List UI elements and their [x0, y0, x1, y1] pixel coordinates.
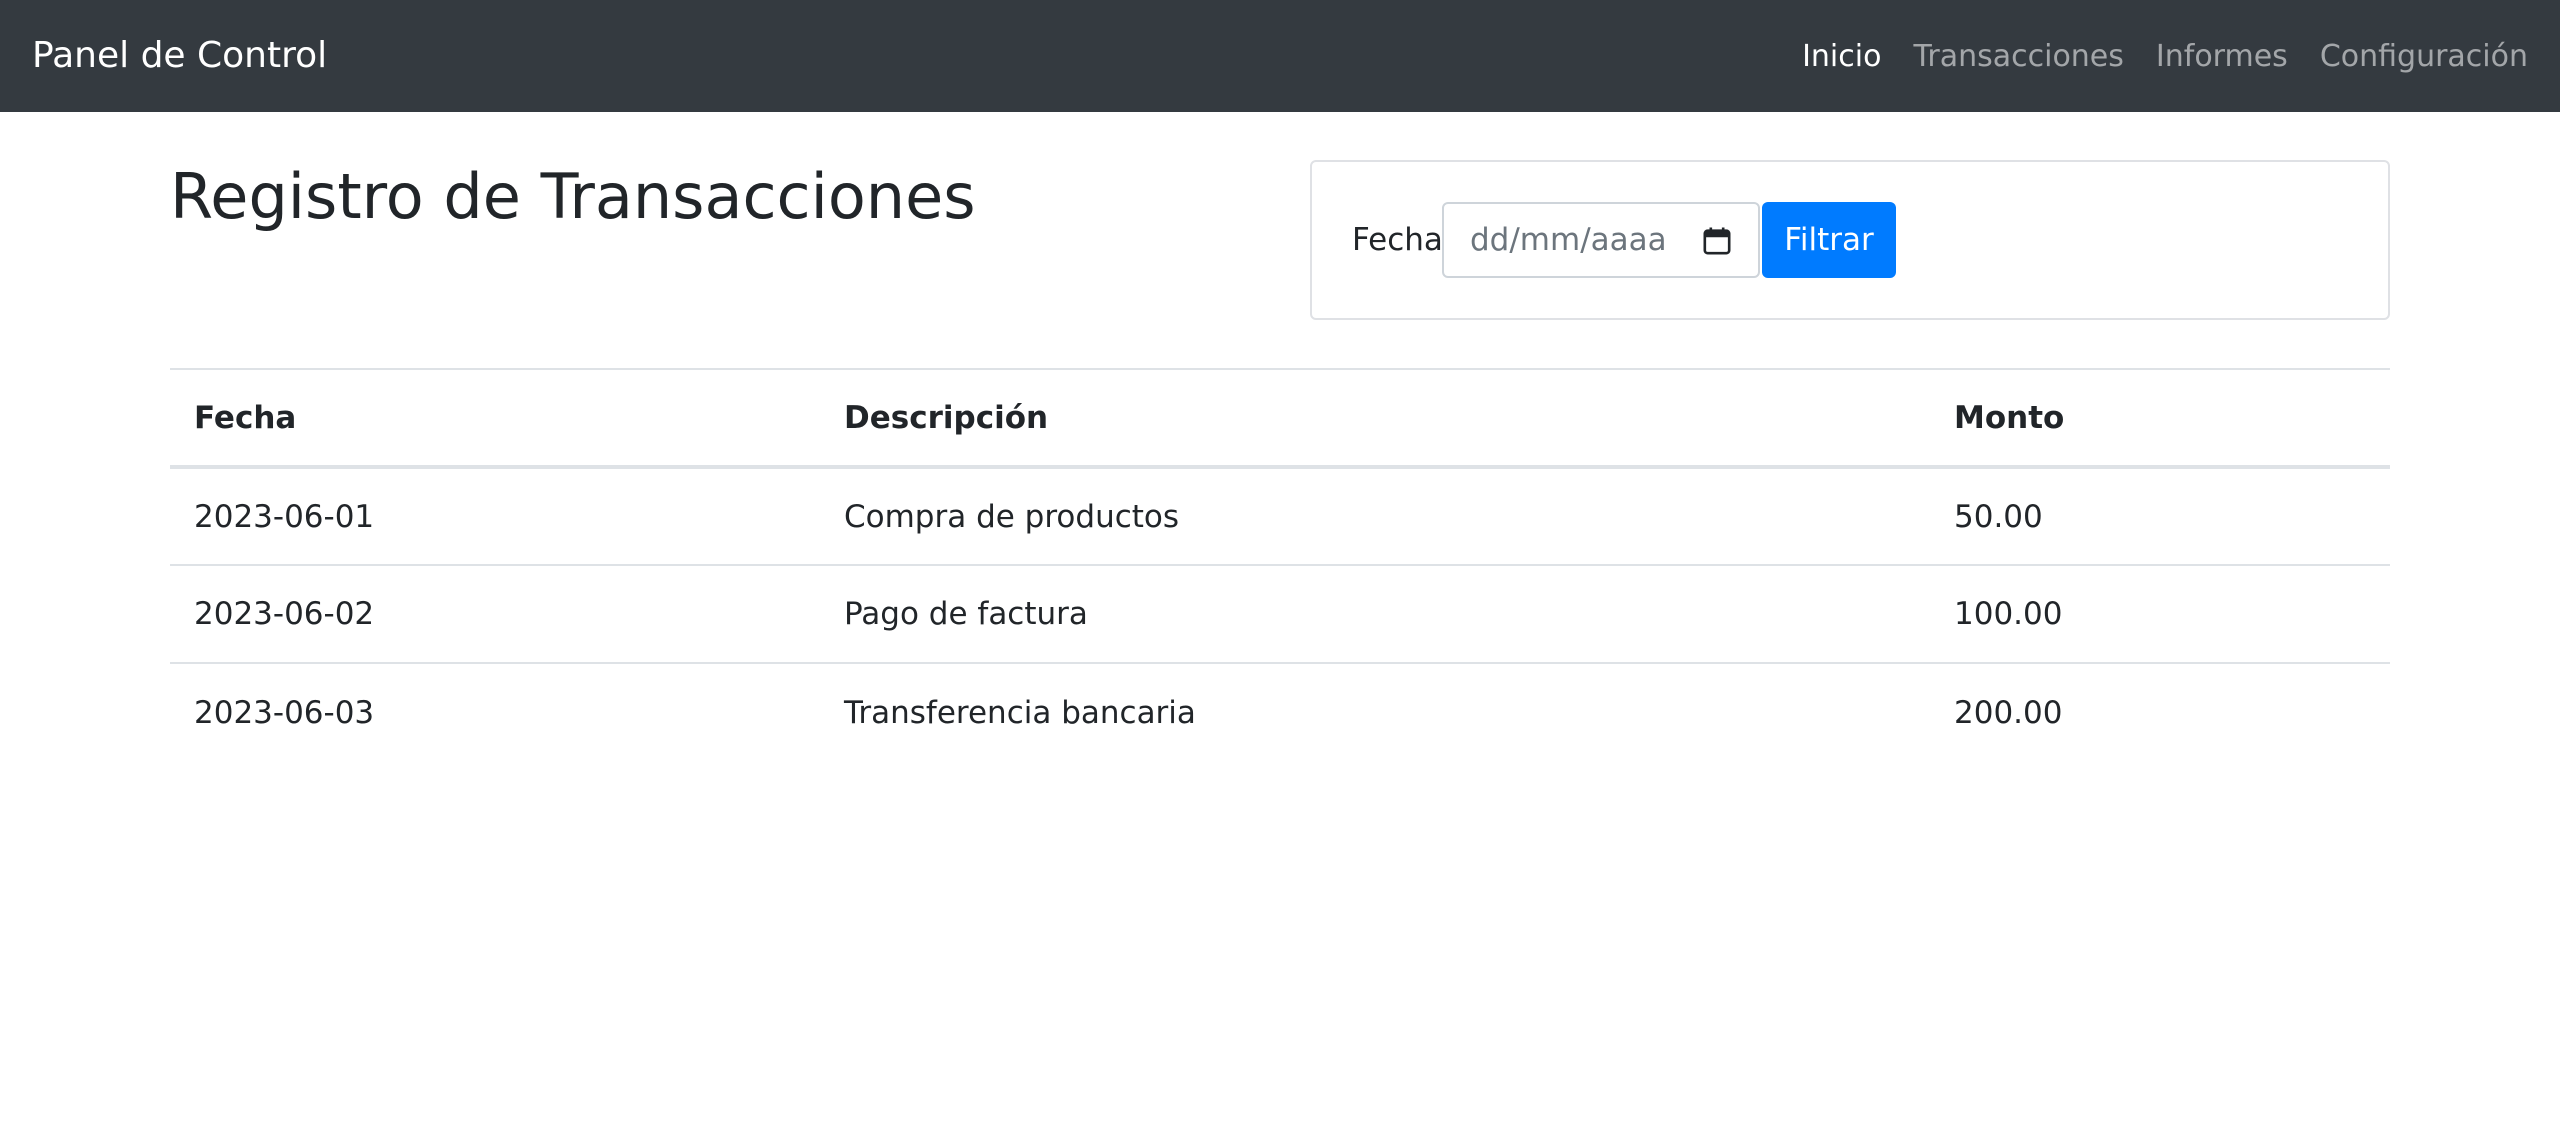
- cell-descripcion: Compra de productos: [820, 467, 1930, 566]
- date-placeholder: dd/mm/aaaa: [1470, 222, 1667, 258]
- table-row: 2023-06-01 Compra de productos 50.00: [170, 467, 2390, 566]
- cell-fecha: 2023-06-02: [170, 565, 820, 664]
- calendar-icon[interactable]: [1702, 226, 1732, 256]
- filter-card: Fecha: dd/mm/aaaa Filtrar: [1310, 160, 2390, 320]
- date-input[interactable]: dd/mm/aaaa: [1442, 202, 1760, 278]
- table-row: 2023-06-03 Transferencia bancaria 200.00: [170, 663, 2390, 761]
- navbar-brand[interactable]: Panel de Control: [32, 0, 327, 112]
- column-header-descripcion: Descripción: [820, 368, 1930, 469]
- nav-link-transacciones[interactable]: Transacciones: [1913, 39, 2123, 74]
- cell-descripcion: Transferencia bancaria: [844, 694, 1196, 731]
- table-header-row: Fecha Descripción Monto: [170, 368, 2390, 469]
- column-header-fecha: Fecha: [170, 368, 820, 469]
- table-row: 2023-06-02 Pago de factura 100.00: [170, 565, 2390, 664]
- cell-descripcion: Pago de factura: [820, 565, 1930, 664]
- transactions-table-container: Fecha Descripción Monto 2023-06-01 Compr…: [170, 368, 2390, 761]
- filter-button[interactable]: Filtrar: [1762, 202, 1896, 278]
- nav-link-informes[interactable]: Informes: [2156, 39, 2288, 74]
- cell-fecha: 2023-06-03: [194, 694, 375, 731]
- transactions-table: Fecha Descripción Monto 2023-06-01 Compr…: [170, 368, 2390, 761]
- column-header-monto: Monto: [1930, 368, 2390, 469]
- nav-link-inicio[interactable]: Inicio: [1802, 39, 1881, 74]
- top-navbar: Panel de Control Inicio Transacciones In…: [0, 0, 2560, 112]
- cell-fecha: 2023-06-01: [170, 467, 820, 566]
- nav-links: Inicio Transacciones Informes Configurac…: [1802, 0, 2528, 112]
- cell-monto: 200.00: [1954, 694, 2063, 731]
- nav-link-configuracion[interactable]: Configuración: [2320, 39, 2528, 74]
- page-title: Registro de Transacciones: [170, 160, 976, 233]
- cell-monto: 50.00: [1930, 467, 2390, 566]
- cell-monto: 100.00: [1930, 565, 2390, 664]
- date-filter-label: Fecha:: [1352, 222, 1454, 258]
